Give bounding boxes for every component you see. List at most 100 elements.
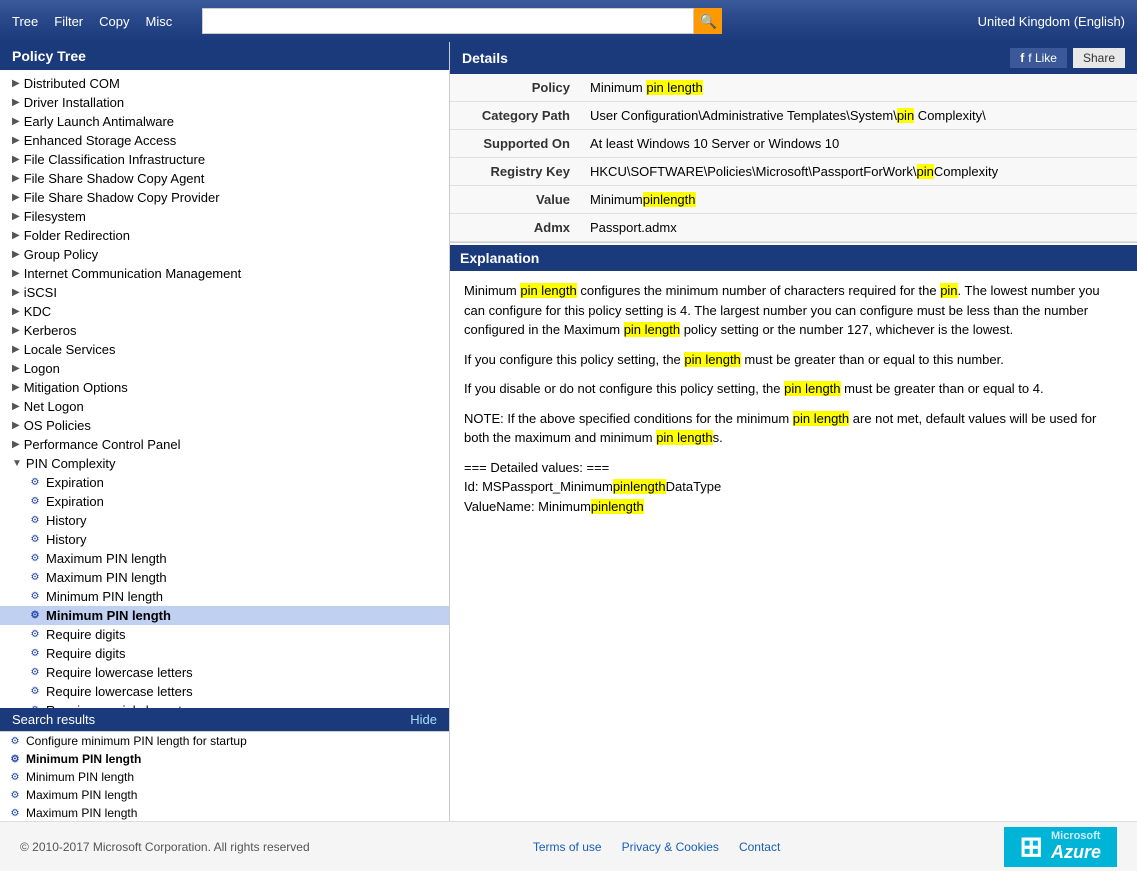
- tree-item-early-launch[interactable]: ▶ Early Launch Antimalware: [0, 112, 449, 131]
- footer-right: ⊞ Microsoft Azure: [1004, 827, 1117, 867]
- tree-item-performance-control[interactable]: ▶ Performance Control Panel: [0, 435, 449, 454]
- search-results-title: Search results: [12, 712, 95, 727]
- left-panel: Policy Tree ▶ Distributed COM ▶ Driver I…: [0, 42, 450, 821]
- right-panel-header: Details f f Like Share: [450, 42, 1137, 74]
- tree-item-max-pin-2[interactable]: ⚙ Maximum PIN length: [0, 568, 449, 587]
- tree-item-folder-redirection[interactable]: ▶ Folder Redirection: [0, 226, 449, 245]
- search-button[interactable]: 🔍: [694, 8, 722, 34]
- details-row-supported: Supported On At least Windows 10 Server …: [450, 130, 1137, 158]
- azure-text: Azure: [1051, 842, 1101, 863]
- registry-highlight: pin: [917, 164, 934, 179]
- tree-item-iscsi[interactable]: ▶ iSCSI: [0, 283, 449, 302]
- tree-label: PIN Complexity: [26, 456, 116, 471]
- tree-label: Internet Communication Management: [24, 266, 242, 281]
- microsoft-text: Microsoft: [1051, 830, 1101, 842]
- search-result-5[interactable]: ⚙ Maximum PIN length: [0, 804, 449, 821]
- explanation-body[interactable]: Minimum pin length configures the minimu…: [450, 271, 1137, 821]
- tree-label: Folder Redirection: [24, 228, 130, 243]
- value-value: Minimumpinlength: [580, 186, 1137, 214]
- tree-item-history-1[interactable]: ⚙ History: [0, 511, 449, 530]
- tree-item-require-lower-1[interactable]: ⚙ Require lowercase letters: [0, 663, 449, 682]
- search-result-2[interactable]: ⚙ Minimum PIN length: [0, 750, 449, 768]
- privacy-link[interactable]: Privacy & Cookies: [622, 840, 719, 854]
- tree-arrow: ▶: [12, 154, 20, 165]
- gear-icon: ⚙: [8, 752, 22, 766]
- highlight-2: pin: [940, 283, 957, 298]
- tree-item-group-policy[interactable]: ▶ Group Policy: [0, 245, 449, 264]
- tree-item-driver-installation[interactable]: ▶ Driver Installation: [0, 93, 449, 112]
- contact-link[interactable]: Contact: [739, 840, 780, 854]
- gear-icon: ⚙: [28, 704, 42, 709]
- result-label: Maximum PIN length: [26, 788, 137, 802]
- tree-item-require-digits-2[interactable]: ⚙ Require digits: [0, 644, 449, 663]
- hide-search-button[interactable]: Hide: [410, 712, 437, 727]
- tree-arrow: ▶: [12, 192, 20, 203]
- tree-item-os-policies[interactable]: ▶ OS Policies: [0, 416, 449, 435]
- tree-item-min-pin-1[interactable]: ⚙ Minimum PIN length: [0, 587, 449, 606]
- highlight-6: pin length: [793, 411, 849, 426]
- nav-misc[interactable]: Misc: [146, 14, 173, 29]
- search-input[interactable]: pin length: [202, 8, 694, 34]
- azure-logo: ⊞ Microsoft Azure: [1004, 827, 1117, 867]
- tree-label: Require digits: [46, 646, 126, 661]
- tree-item-file-share-provider[interactable]: ▶ File Share Shadow Copy Provider: [0, 188, 449, 207]
- social-buttons: f f Like Share: [1010, 48, 1125, 68]
- tree-item-file-classification[interactable]: ▶ File Classification Infrastructure: [0, 150, 449, 169]
- nav-copy[interactable]: Copy: [99, 14, 129, 29]
- tree-label: File Classification Infrastructure: [24, 152, 205, 167]
- tree-item-enhanced-storage[interactable]: ▶ Enhanced Storage Access: [0, 131, 449, 150]
- tree-item-require-special-1[interactable]: ⚙ Require special characters: [0, 701, 449, 708]
- details-row-admx: Admx Passport.admx: [450, 214, 1137, 242]
- tree-label: KDC: [24, 304, 51, 319]
- policy-value: Minimum pin length: [580, 74, 1137, 102]
- search-result-1[interactable]: ⚙ Configure minimum PIN length for start…: [0, 732, 449, 750]
- tree-item-history-2[interactable]: ⚙ History: [0, 530, 449, 549]
- tree-label: Performance Control Panel: [24, 437, 181, 452]
- tree-arrow: ▶: [12, 268, 20, 279]
- tree-item-net-logon[interactable]: ▶ Net Logon: [0, 397, 449, 416]
- nav-filter[interactable]: Filter: [54, 14, 83, 29]
- gear-icon: ⚙: [28, 571, 42, 585]
- tree-arrow: ▶: [12, 249, 20, 260]
- tree-item-logon[interactable]: ▶ Logon: [0, 359, 449, 378]
- gear-icon: ⚙: [28, 552, 42, 566]
- tree-item-kerberos[interactable]: ▶ Kerberos: [0, 321, 449, 340]
- search-results-header: Search results Hide: [0, 708, 449, 731]
- tree-item-file-share-agent[interactable]: ▶ File Share Shadow Copy Agent: [0, 169, 449, 188]
- tree-item-min-pin-selected[interactable]: ⚙ Minimum PIN length: [0, 606, 449, 625]
- tree-item-internet-comm[interactable]: ▶ Internet Communication Management: [0, 264, 449, 283]
- share-button[interactable]: Share: [1073, 48, 1125, 68]
- admx-label: Admx: [450, 214, 580, 242]
- search-results-area[interactable]: ⚙ Configure minimum PIN length for start…: [0, 731, 449, 821]
- tree-arrow: ▶: [12, 287, 20, 298]
- tree-item-mitigation-options[interactable]: ▶ Mitigation Options: [0, 378, 449, 397]
- details-row-category: Category Path User Configuration\Adminis…: [450, 102, 1137, 130]
- result-label: Minimum PIN length: [26, 752, 141, 766]
- facebook-like-button[interactable]: f f Like: [1010, 48, 1067, 68]
- tree-item-locale-services[interactable]: ▶ Locale Services: [0, 340, 449, 359]
- tree-arrow: ▶: [12, 97, 20, 108]
- supported-value: At least Windows 10 Server or Windows 10: [580, 130, 1137, 158]
- search-result-3[interactable]: ⚙ Minimum PIN length: [0, 768, 449, 786]
- policy-tree[interactable]: ▶ Distributed COM ▶ Driver Installation …: [0, 70, 449, 708]
- tree-label: File Share Shadow Copy Agent: [24, 171, 205, 186]
- tree-item-expiration-1[interactable]: ⚙ Expiration: [0, 473, 449, 492]
- gear-icon: ⚙: [28, 590, 42, 604]
- terms-link[interactable]: Terms of use: [533, 840, 602, 854]
- highlight-7: pin length: [656, 430, 712, 445]
- tree-item-distributed-com[interactable]: ▶ Distributed COM: [0, 74, 449, 93]
- tree-item-require-digits-1[interactable]: ⚙ Require digits: [0, 625, 449, 644]
- tree-item-kdc[interactable]: ▶ KDC: [0, 302, 449, 321]
- tree-item-pin-complexity[interactable]: ▼ PIN Complexity: [0, 454, 449, 473]
- tree-item-filesystem[interactable]: ▶ Filesystem: [0, 207, 449, 226]
- tree-item-require-lower-2[interactable]: ⚙ Require lowercase letters: [0, 682, 449, 701]
- tree-item-max-pin-1[interactable]: ⚙ Maximum PIN length: [0, 549, 449, 568]
- footer: © 2010-2017 Microsoft Corporation. All r…: [0, 821, 1137, 871]
- details-row-value: Value Minimumpinlength: [450, 186, 1137, 214]
- tree-item-expiration-2[interactable]: ⚙ Expiration: [0, 492, 449, 511]
- fb-icon: f: [1020, 51, 1024, 65]
- search-result-4[interactable]: ⚙ Maximum PIN length: [0, 786, 449, 804]
- value-label: Value: [450, 186, 580, 214]
- policy-tree-title: Policy Tree: [0, 42, 449, 70]
- nav-tree[interactable]: Tree: [12, 14, 38, 29]
